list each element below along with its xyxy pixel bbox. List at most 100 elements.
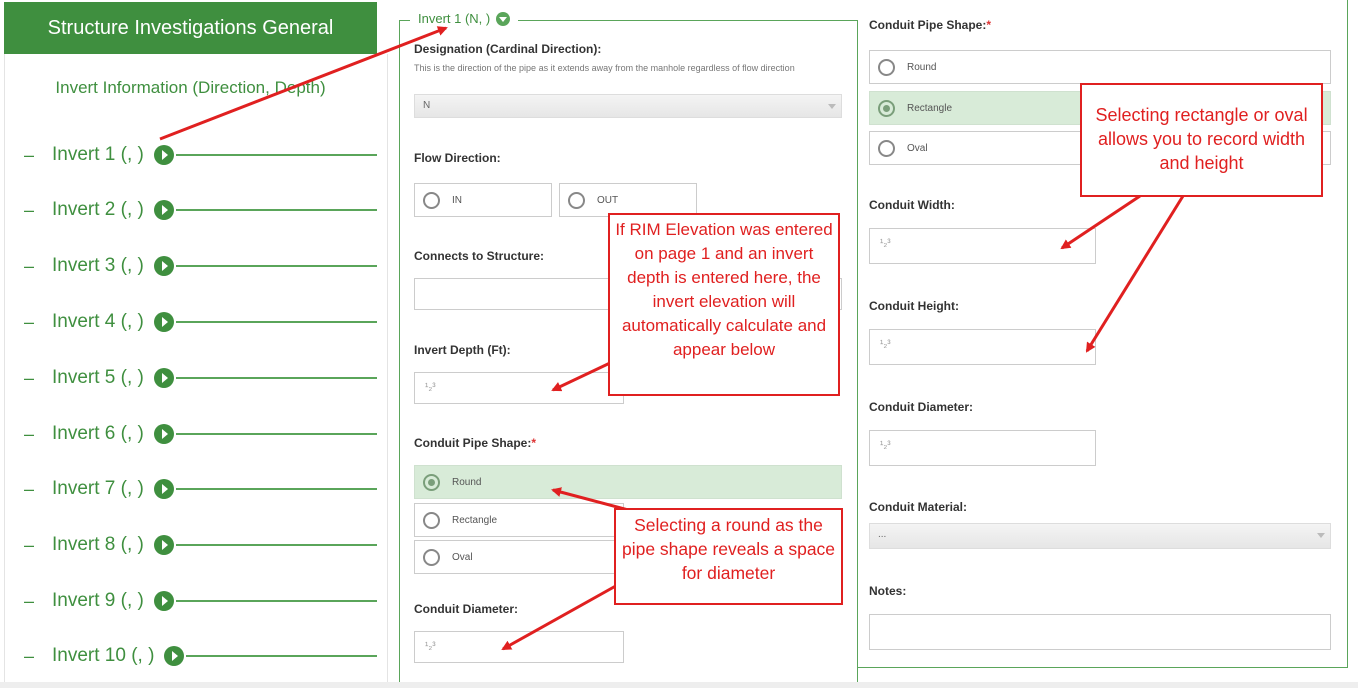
numeric-placeholder-icon: ¹₂³ — [880, 440, 891, 451]
invert-depth-label: Invert Depth (Ft): — [414, 343, 511, 357]
invert-label: Invert 7 (, ) — [52, 478, 144, 499]
notes-input[interactable] — [869, 614, 1331, 650]
connects-to-structure-label: Connects to Structure: — [414, 249, 545, 263]
expand-arrow-icon[interactable] — [153, 200, 174, 220]
right-pipe-shape-round-option[interactable]: Round — [869, 50, 1331, 84]
notes-label: Notes: — [869, 584, 907, 598]
chevron-down-icon — [828, 104, 836, 109]
page-header-label: Structure Investigations General — [47, 16, 334, 39]
pipe-shape-label: Conduit Pipe Shape:* — [414, 436, 536, 450]
invert-item-4[interactable]: – Invert 4 (, ) — [24, 310, 377, 334]
collapse-dash[interactable]: – — [24, 424, 52, 445]
invert-item-5[interactable]: – Invert 5 (, ) — [24, 366, 377, 390]
conduit-material-select[interactable]: ... — [869, 523, 1331, 549]
pipe-shape-round-option[interactable]: Round — [414, 465, 842, 499]
radio-label: IN — [452, 194, 462, 206]
invert-label: Invert 3 (, ) — [52, 255, 144, 276]
divider — [175, 600, 377, 602]
bottom-strip — [0, 682, 1358, 688]
designation-hint: This is the direction of the pipe as it … — [414, 63, 795, 73]
rectangle-shape-callout: Selecting rectangle or oval allows you t… — [1080, 83, 1323, 197]
expand-arrow-icon[interactable] — [153, 535, 174, 555]
invert-depth-input[interactable]: ¹₂³ — [414, 372, 624, 404]
required-mark: * — [986, 18, 992, 32]
collapse-dash[interactable]: – — [24, 591, 52, 612]
designation-select[interactable]: N — [414, 94, 842, 118]
radio-label: Round — [907, 61, 937, 73]
radio-icon — [423, 511, 440, 529]
conduit-height-label: Conduit Height: — [869, 299, 959, 313]
radio-label: Oval — [452, 551, 473, 563]
divider — [175, 321, 377, 323]
sidebar-divider — [4, 54, 5, 688]
invert-label: Invert 4 (, ) — [52, 311, 144, 332]
flow-direction-label: Flow Direction: — [414, 151, 501, 165]
conduit-material-value: ... — [878, 529, 887, 540]
pipe-shape-label-text: Conduit Pipe Shape: — [414, 436, 532, 450]
numeric-placeholder-icon: ¹₂³ — [880, 339, 891, 350]
invert-label: Invert 5 (, ) — [52, 367, 144, 388]
radio-icon — [423, 191, 440, 209]
radio-label: Rectangle — [452, 514, 498, 526]
numeric-placeholder-icon: ¹₂³ — [880, 238, 891, 249]
invert-item-6[interactable]: – Invert 6 (, ) — [24, 422, 377, 446]
invert-item-10[interactable]: – Invert 10 (, ) — [24, 644, 377, 668]
collapse-dash[interactable]: – — [24, 535, 52, 556]
invert-label: Invert 1 (, ) — [52, 144, 144, 165]
group-title-label: Invert 1 (N, ) — [418, 11, 491, 26]
invert-label: Invert 9 (, ) — [52, 590, 144, 611]
conduit-width-label: Conduit Width: — [869, 198, 955, 212]
conduit-height-input[interactable]: ¹₂³ — [869, 329, 1096, 365]
invert-item-7[interactable]: – Invert 7 (, ) — [24, 477, 377, 501]
radio-selected-icon — [878, 99, 895, 117]
expand-arrow-icon[interactable] — [153, 424, 174, 444]
collapse-dash[interactable]: – — [24, 479, 52, 500]
expand-arrow-icon[interactable] — [153, 256, 174, 276]
sidebar-divider — [387, 54, 388, 688]
numeric-placeholder-icon: ¹₂³ — [425, 641, 436, 652]
collapse-chevron-icon[interactable] — [496, 11, 511, 26]
expand-arrow-icon[interactable] — [153, 145, 174, 165]
collapse-dash[interactable]: – — [24, 646, 52, 667]
invert-label: Invert 10 (, ) — [52, 645, 155, 666]
invert-item-3[interactable]: – Invert 3 (, ) — [24, 254, 377, 278]
expand-arrow-icon[interactable] — [153, 591, 174, 611]
radio-selected-icon — [423, 473, 440, 491]
designation-label: Designation (Cardinal Direction): — [414, 42, 602, 56]
section-title: Invert Information (Direction, Depth) — [55, 78, 326, 97]
collapse-dash[interactable]: – — [24, 200, 52, 221]
collapse-dash[interactable]: – — [24, 145, 52, 166]
expand-arrow-icon[interactable] — [153, 368, 174, 388]
invert-item-9[interactable]: – Invert 9 (, ) — [24, 589, 377, 613]
right-conduit-diameter-input[interactable]: ¹₂³ — [869, 430, 1096, 466]
rim-elevation-callout: If RIM Elevation was entered on page 1 a… — [608, 213, 840, 396]
pipe-shape-oval-option[interactable]: Oval — [414, 540, 624, 574]
round-shape-callout: Selecting a round as the pipe shape reve… — [614, 508, 843, 605]
collapse-dash[interactable]: – — [24, 312, 52, 333]
expand-arrow-icon[interactable] — [164, 646, 185, 666]
radio-label: Oval — [907, 142, 928, 154]
collapse-dash[interactable]: – — [24, 368, 52, 389]
invert-group-title[interactable]: Invert 1 (N, ) — [410, 11, 519, 26]
conduit-diameter-label: Conduit Diameter: — [414, 602, 519, 616]
invert-item-2[interactable]: – Invert 2 (, ) — [24, 198, 377, 222]
invert-item-1[interactable]: – Invert 1 (, ) — [24, 143, 377, 167]
conduit-diameter-input[interactable]: ¹₂³ — [414, 631, 624, 663]
flow-direction-in-option[interactable]: IN — [414, 183, 552, 217]
pipe-shape-rectangle-option[interactable]: Rectangle — [414, 503, 624, 537]
invert-label: Invert 8 (, ) — [52, 534, 144, 555]
invert-item-8[interactable]: – Invert 8 (, ) — [24, 533, 377, 557]
right-pipe-shape-label: Conduit Pipe Shape:* — [869, 18, 991, 32]
collapse-dash[interactable]: – — [24, 256, 52, 277]
divider — [175, 154, 377, 156]
divider — [175, 488, 377, 490]
numeric-placeholder-icon: ¹₂³ — [425, 382, 436, 393]
page-header[interactable]: Structure Investigations General — [4, 2, 377, 54]
divider — [175, 265, 377, 267]
invert-label: Invert 6 (, ) — [52, 423, 144, 444]
conduit-width-input[interactable]: ¹₂³ — [869, 228, 1096, 264]
flow-direction-out-option[interactable]: OUT — [559, 183, 697, 217]
expand-arrow-icon[interactable] — [153, 312, 174, 332]
radio-icon — [568, 191, 585, 209]
expand-arrow-icon[interactable] — [153, 479, 174, 499]
